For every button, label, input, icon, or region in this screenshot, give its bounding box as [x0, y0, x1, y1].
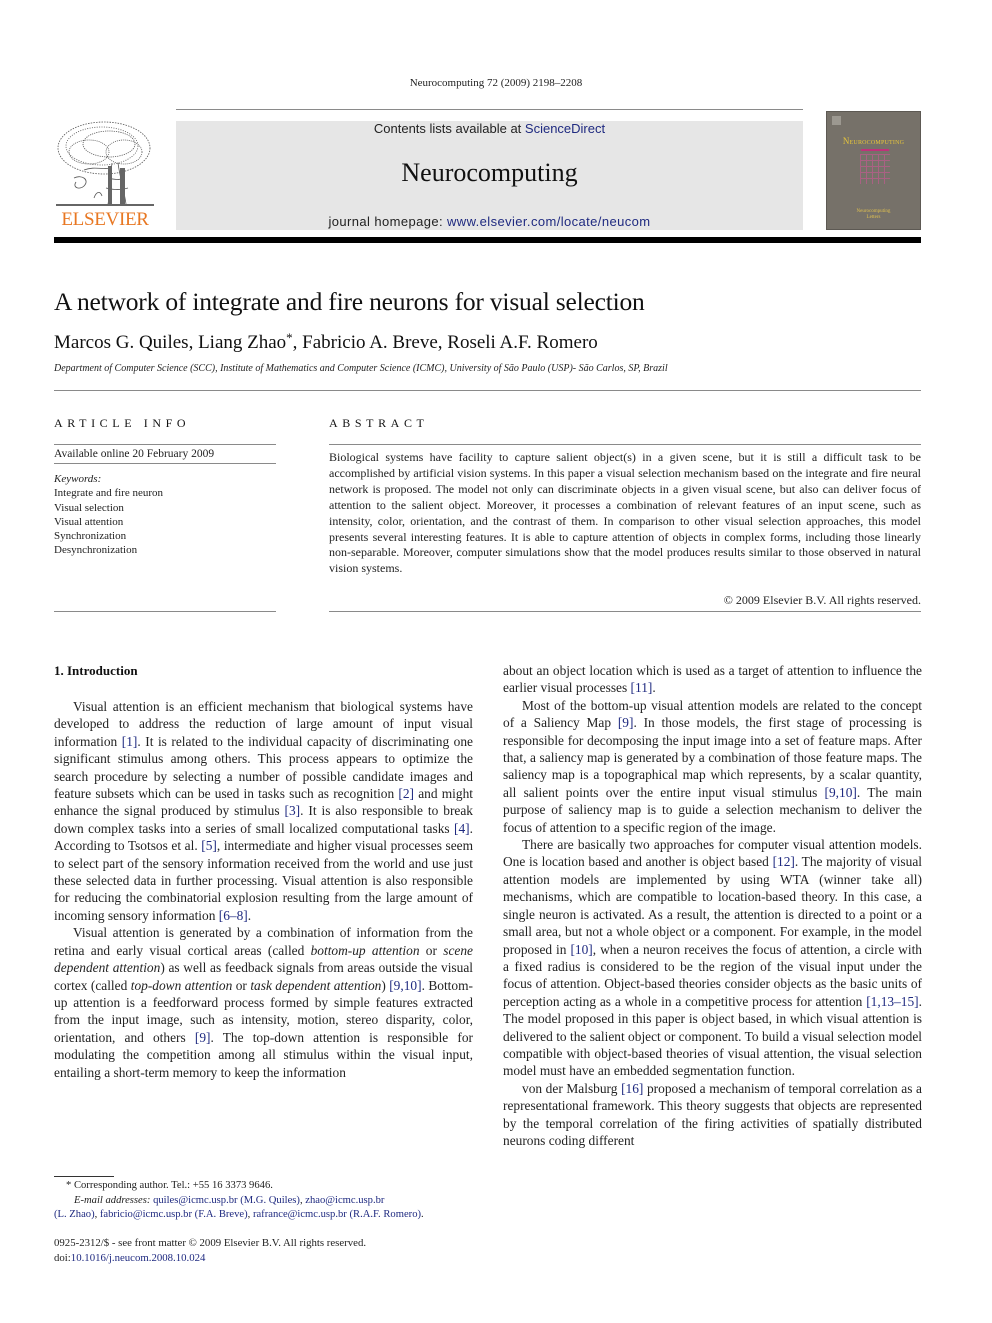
abstract-text: Biological systems have facility to capt…	[329, 450, 921, 576]
keywords-block: Keywords: Integrate and fire neuron Visua…	[54, 472, 163, 558]
corresponding-author-note: * Corresponding author. Tel.: +55 16 337…	[66, 1180, 273, 1191]
italic-term: bottom-up attention	[310, 942, 420, 958]
citation-link[interactable]: [9]	[618, 715, 634, 730]
cover-grid-graphic	[860, 154, 890, 184]
affiliation-divider	[54, 390, 921, 391]
elsevier-wordmark: ELSEVIER	[61, 209, 149, 230]
cover-subtitle: Neurocomputing Letters	[827, 209, 920, 221]
email-owner: (R.A.F. Romero)	[346, 1209, 422, 1220]
cover-subtitle-line2: Letters	[866, 215, 881, 220]
email-link[interactable]: rafrance@icmc.usp.br	[253, 1209, 347, 1220]
article-info-divider-mid	[54, 463, 276, 464]
email-link[interactable]: fabricio@icmc.usp.br	[100, 1209, 192, 1220]
doi-line: doi:10.1016/j.neucom.2008.10.024	[54, 1251, 366, 1266]
keyword-item: Desynchronization	[54, 544, 138, 557]
article-info-divider-top	[54, 444, 276, 445]
header-thick-divider	[54, 237, 921, 243]
author-list: Marcos G. Quiles, Liang Zhao*, Fabricio …	[54, 330, 598, 353]
citation-link[interactable]: [4]	[454, 821, 470, 836]
citation-link[interactable]: [11]	[631, 680, 653, 695]
citation-link[interactable]: [10]	[570, 942, 592, 957]
journal-name: Neurocomputing	[401, 158, 578, 187]
footnote-divider	[54, 1176, 114, 1177]
footnote: * Corresponding author. Tel.: +55 16 337…	[54, 1179, 484, 1223]
author-name: Fabricio A. Breve	[302, 332, 438, 353]
body-paragraph: Most of the bottom-up visual attention m…	[503, 697, 922, 835]
body-column-left: Visual attention is an efficient mechani…	[54, 698, 473, 1081]
doi-label: doi:	[54, 1251, 71, 1264]
elsevier-logo[interactable]: ELSEVIER	[54, 118, 156, 230]
available-online-date: Available online 20 February 2009	[54, 448, 215, 460]
author-name: Liang Zhao	[198, 332, 287, 353]
front-matter: 0925-2312/$ - see front matter © 2009 El…	[54, 1236, 366, 1265]
contents-line: Contents lists available at ScienceDirec…	[176, 121, 803, 136]
email-owner: (L. Zhao)	[54, 1209, 95, 1220]
body-paragraph: There are basically two approaches for c…	[503, 837, 923, 1079]
journal-masthead: Contents lists available at ScienceDirec…	[176, 121, 803, 230]
citation-link[interactable]: [9,10]	[389, 978, 421, 993]
cover-elsevier-emblem-icon	[832, 116, 841, 125]
keyword-item: Visual selection	[54, 501, 124, 514]
cover-accent-bar	[861, 149, 889, 151]
top-divider	[176, 109, 803, 110]
body-paragraph: Visual attention is generated by a combi…	[54, 925, 473, 1080]
section-heading-introduction: 1. Introduction	[54, 663, 138, 678]
keywords-label: Keywords:	[54, 473, 102, 485]
abstract-divider-bottom	[329, 611, 921, 612]
body-paragraph: Visual attention is an efficient mechani…	[54, 699, 473, 923]
citation-link[interactable]: [1]	[122, 734, 138, 749]
citation-link[interactable]: [6–8]	[219, 908, 248, 923]
sciencedirect-link[interactable]: ScienceDirect	[525, 121, 605, 136]
keywords-list: Integrate and fire neuron Visual selectio…	[54, 486, 163, 557]
citation-link[interactable]: [1,13–15]	[866, 994, 918, 1009]
citation-link[interactable]: [16]	[621, 1081, 643, 1096]
affiliation: Department of Computer Science (SCC), In…	[54, 363, 668, 374]
citation-link[interactable]: [12]	[773, 854, 795, 869]
email-line: (L. Zhao), fabricio@icmc.usp.br (F.A. Br…	[54, 1209, 424, 1220]
citation-link[interactable]: [9,10]	[825, 785, 857, 800]
article-info-divider-bottom	[54, 611, 276, 612]
keyword-item: Integrate and fire neuron	[54, 487, 164, 500]
abstract-copyright: © 2009 Elsevier B.V. All rights reserved…	[723, 593, 921, 607]
corresponding-author-mark[interactable]: *	[286, 330, 293, 345]
doi-link[interactable]: 10.1016/j.neucom.2008.10.024	[71, 1252, 206, 1264]
email-addresses: E-mail addresses: quiles@icmc.usp.br (M.…	[54, 1194, 484, 1223]
paper-title: A network of integrate and fire neurons …	[54, 287, 645, 316]
keyword-item: Visual attention	[54, 515, 124, 528]
article-info-heading: ARTICLE INFO	[54, 416, 191, 430]
elsevier-tree-icon	[56, 121, 154, 206]
issn-line: 0925-2312/$ - see front matter © 2009 El…	[54, 1237, 367, 1249]
email-link[interactable]: quiles@icmc.usp.br	[153, 1195, 238, 1206]
cover-title: Neurocomputing	[842, 136, 905, 146]
email-label: E-mail addresses:	[74, 1194, 151, 1206]
body-column-right: about an object location which is used a…	[503, 662, 922, 1149]
citation-link[interactable]: [5]	[201, 838, 217, 853]
citation-link[interactable]: [2]	[398, 786, 414, 801]
email-line: E-mail addresses: quiles@icmc.usp.br (M.…	[74, 1194, 385, 1206]
author-name: Roseli A.F. Romero	[447, 332, 598, 353]
italic-term: task dependent attention	[250, 977, 382, 993]
email-link[interactable]: zhao@icmc.usp.br	[305, 1195, 384, 1206]
citation-link[interactable]: [9]	[195, 1030, 211, 1045]
abstract-heading: ABSTRACT	[329, 416, 429, 430]
author-name: Marcos G. Quiles	[54, 332, 189, 353]
journal-cover-thumbnail[interactable]: Neurocomputing Neurocomputing Letters	[826, 111, 921, 230]
keyword-item: Synchronization	[54, 530, 127, 543]
email-owner: (M.G. Quiles)	[237, 1194, 300, 1206]
homepage-line: journal homepage: www.elsevier.com/locat…	[176, 214, 803, 229]
email-owner: (F.A. Breve)	[192, 1209, 248, 1220]
abstract-divider-top	[329, 444, 921, 445]
italic-term: top-down attention	[130, 977, 233, 993]
running-head: Neurocomputing 72 (2009) 2198–2208	[409, 77, 583, 89]
contents-prefix: Contents lists available at	[373, 121, 525, 136]
journal-homepage-link[interactable]: www.elsevier.com/locate/neucom	[447, 214, 650, 229]
body-paragraph: von der Malsburg [16] proposed a mechani…	[503, 1080, 923, 1148]
body-paragraph: about an object location which is used a…	[503, 663, 922, 696]
homepage-prefix: journal homepage:	[328, 214, 447, 229]
citation-link[interactable]: [3]	[285, 803, 301, 818]
